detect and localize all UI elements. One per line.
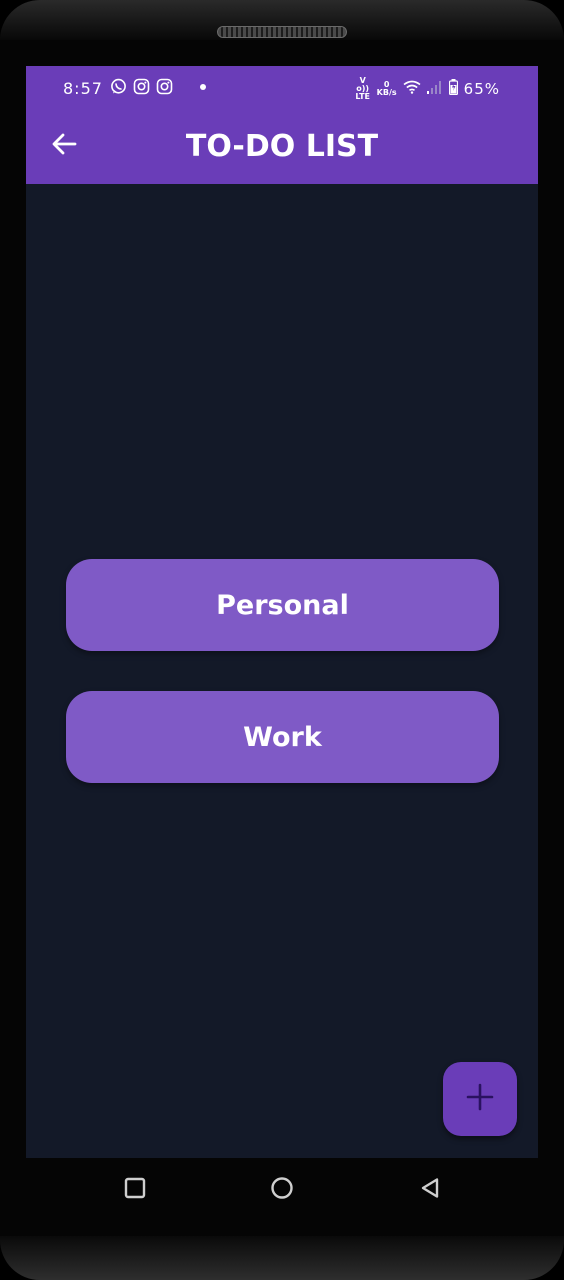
app-bar: TO-DO LIST [26,110,538,184]
recent-apps-icon [124,1177,146,1203]
volte-label: Vo)) LTE [355,76,371,101]
wifi-icon [403,80,421,98]
instagram-icon [156,78,173,95]
home-icon [270,1176,294,1204]
signal-icon [426,80,443,98]
screen: 8:57 Vo)) LTE 0 KB/s 65% TO-DO LIST Pers… [26,66,538,1158]
status-bar: 8:57 Vo)) LTE 0 KB/s 65% [26,66,538,110]
system-icons: Vo)) LTE 0 KB/s 65% [355,77,500,101]
whatsapp-icon [110,78,127,95]
work-list-button[interactable]: Work [66,691,499,783]
earpiece-speaker [217,26,347,38]
system-back-button[interactable] [412,1172,448,1208]
system-nav-bar [0,1158,564,1220]
phone-frame: 8:57 Vo)) LTE 0 KB/s 65% TO-DO LIST Pers… [0,0,564,1280]
battery-percent: 65% [463,80,500,98]
back-triangle-icon [419,1177,441,1203]
add-list-button[interactable] [443,1062,517,1136]
personal-list-button[interactable]: Personal [66,559,499,651]
status-time: 8:57 [63,79,103,98]
data-speed-indicator: 0 KB/s [377,81,397,97]
page-title: TO-DO LIST [185,129,379,164]
volte-icon: Vo)) LTE [355,77,371,101]
battery-icon [448,79,458,99]
notification-icons [110,78,173,95]
more-notifications-dot [200,84,206,90]
phone-bottom-bezel [0,1236,564,1280]
recent-apps-button[interactable] [117,1172,153,1208]
home-button[interactable] [264,1172,300,1208]
data-speed-unit: KB/s [376,88,397,97]
plus-icon [465,1082,495,1116]
instagram-icon [133,78,150,95]
